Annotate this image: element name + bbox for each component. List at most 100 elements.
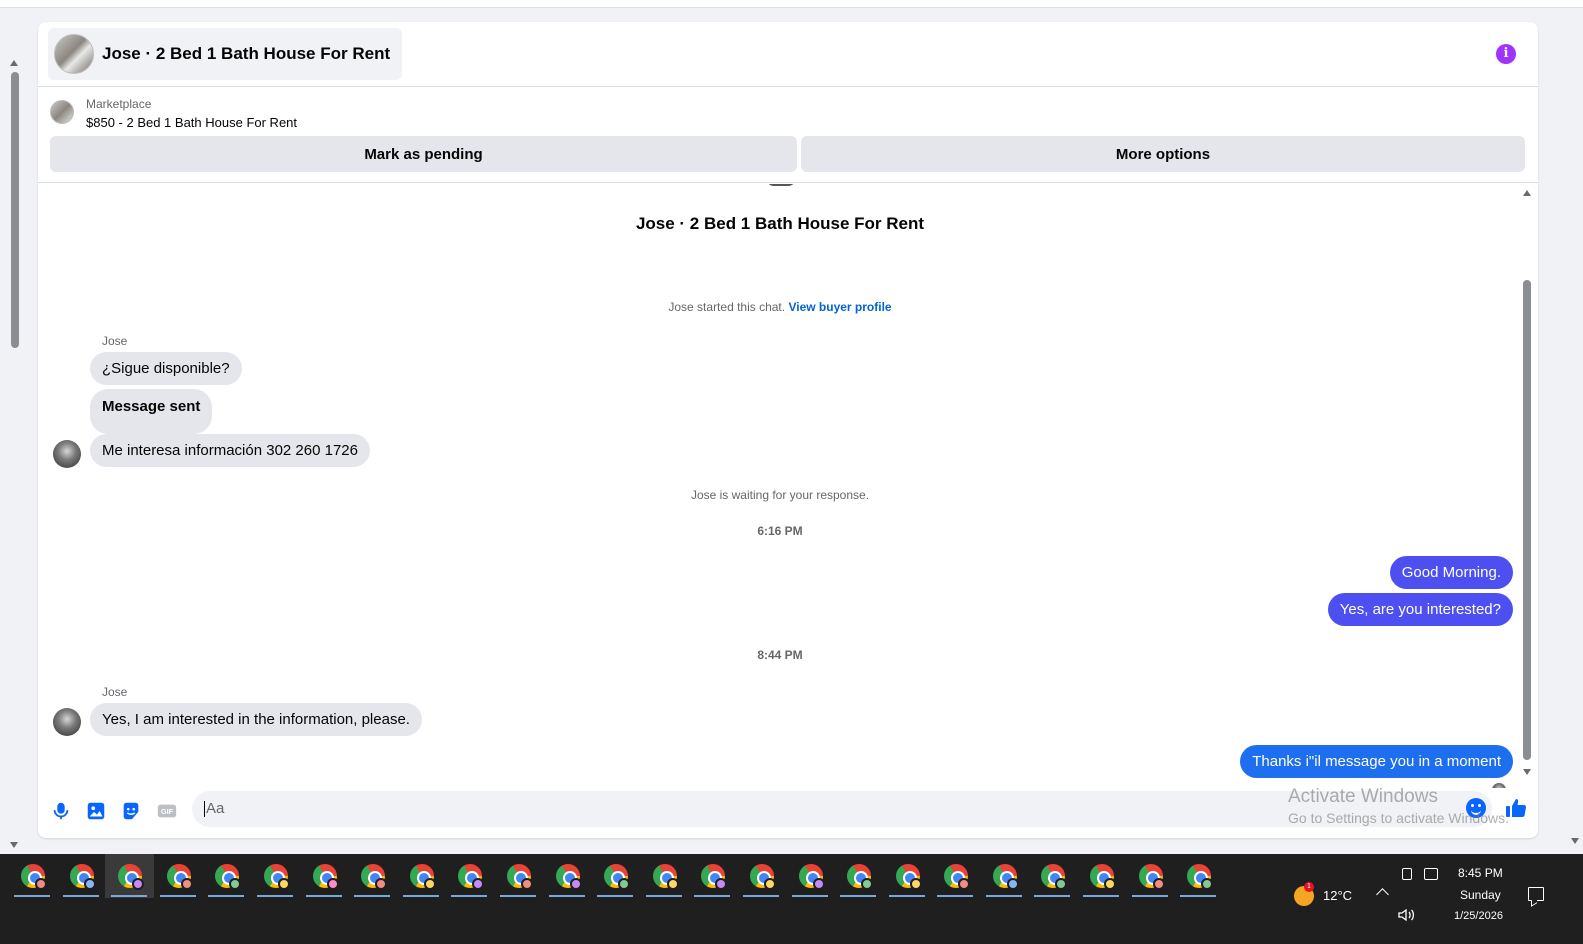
profile-badge-icon: [472, 878, 485, 890]
taskbar-chrome-app[interactable]: [202, 854, 251, 898]
profile-badge-icon: [1104, 878, 1117, 890]
taskbar-chrome-app[interactable]: [786, 854, 835, 898]
profile-badge-icon: [132, 878, 145, 890]
text-caret: [204, 801, 205, 818]
incoming-message[interactable]: Me interesa información 302 260 1726: [90, 434, 370, 467]
view-buyer-profile-link[interactable]: View buyer profile: [788, 300, 891, 314]
incoming-message[interactable]: Message sent: [90, 389, 213, 434]
clock-day[interactable]: Sunday: [1460, 888, 1501, 902]
running-indicator: [402, 895, 439, 897]
running-indicator: [985, 895, 1022, 897]
profile-badge-icon: [763, 878, 776, 890]
timestamp: 8:44 PM: [757, 648, 803, 662]
incoming-message[interactable]: Yes, I am interested in the information,…: [90, 703, 422, 736]
taskbar-chrome-app[interactable]: [251, 854, 300, 898]
outgoing-message[interactable]: Thanks i"il message you in a moment: [1240, 745, 1513, 778]
listing-bar: Marketplace $850 - 2 Bed 1 Bath House Fo…: [38, 88, 1538, 183]
microphone-icon[interactable]: [50, 800, 72, 822]
notifications-icon[interactable]: [1528, 887, 1544, 901]
scroll-up-arrow-icon[interactable]: [10, 60, 18, 66]
more-options-button[interactable]: More options: [801, 136, 1525, 172]
running-indicator: [742, 895, 779, 897]
profile-badge-icon: [1201, 878, 1214, 890]
taskbar-chrome-app[interactable]: [300, 854, 349, 898]
chevron-up-icon[interactable]: [1376, 888, 1389, 901]
taskbar-chrome-app[interactable]: [737, 854, 786, 898]
profile-badge-icon: [666, 878, 679, 890]
taskbar-chrome-app[interactable]: [105, 854, 154, 898]
taskbar-chrome-app[interactable]: [1126, 854, 1175, 898]
meet-icon[interactable]: [1402, 868, 1412, 880]
taskbar-chrome-app[interactable]: [57, 854, 106, 898]
scroll-thumb[interactable]: [1523, 280, 1531, 760]
taskbar-chrome-app[interactable]: [1174, 854, 1223, 898]
profile-badge-icon: [277, 878, 290, 890]
taskbar-chrome-app[interactable]: [834, 854, 883, 898]
gif-icon[interactable]: GIF: [156, 800, 178, 822]
outgoing-message[interactable]: Yes, are you interested?: [1327, 593, 1513, 626]
running-indicator: [694, 895, 731, 897]
jose-avatar[interactable]: [53, 708, 81, 736]
network-icon[interactable]: [1424, 868, 1438, 880]
chat-window: Jose · 2 Bed 1 Bath House For Rent i Mar…: [38, 22, 1538, 838]
taskbar-chrome-app[interactable]: [931, 854, 980, 898]
running-indicator: [1083, 895, 1120, 897]
profile-badge-icon: [861, 878, 874, 890]
taskbar-chrome-app[interactable]: [494, 854, 543, 898]
incoming-message[interactable]: ¿Sigue disponible?: [90, 352, 242, 385]
running-indicator: [1131, 895, 1168, 897]
taskbar-chrome-app[interactable]: [1077, 854, 1126, 898]
temperature[interactable]: 12°C: [1323, 888, 1352, 903]
listing-thumbnail[interactable]: [50, 100, 74, 124]
taskbar-chrome-app[interactable]: [154, 854, 203, 898]
taskbar-chrome-app[interactable]: [883, 854, 932, 898]
clock-date[interactable]: 1/25/2026: [1454, 910, 1503, 922]
clock-time[interactable]: 8:45 PM: [1458, 866, 1503, 880]
scroll-up-arrow-icon[interactable]: [1523, 190, 1531, 196]
profile-badge-icon: [1055, 878, 1068, 890]
running-indicator: [548, 895, 585, 897]
page-scroll-down-arrow-icon[interactable]: [1571, 838, 1579, 844]
taskbar-chrome-app[interactable]: [445, 854, 494, 898]
message-list[interactable]: Jose · 2 Bed 1 Bath House For Rent Jose …: [38, 184, 1538, 788]
chat-title-button[interactable]: Jose · 2 Bed 1 Bath House For Rent: [48, 28, 403, 80]
running-indicator: [111, 895, 148, 897]
taskbar-chrome-app[interactable]: [591, 854, 640, 898]
info-icon[interactable]: i: [1496, 44, 1516, 64]
taskbar-chrome-app[interactable]: [348, 854, 397, 898]
taskbar-chrome-app[interactable]: [8, 854, 57, 898]
outgoing-message[interactable]: Good Morning.: [1389, 556, 1513, 589]
watermark-title: Activate Windows: [1288, 786, 1438, 807]
chat-header: Jose · 2 Bed 1 Bath House For Rent i: [38, 22, 1538, 87]
sticker-icon[interactable]: [120, 800, 142, 822]
profile-badge-icon: [958, 878, 971, 890]
listing-category: Marketplace: [86, 97, 152, 111]
message-placeholder: Aa: [206, 800, 225, 817]
taskbar-chrome-app[interactable]: [397, 854, 446, 898]
page-scrollbar[interactable]: [0, 8, 30, 854]
scroll-down-arrow-icon[interactable]: [10, 842, 18, 848]
mark-as-pending-button[interactable]: Mark as pending: [50, 136, 797, 172]
taskbar-chrome-app[interactable]: [640, 854, 689, 898]
running-indicator: [14, 895, 50, 897]
scroll-thumb[interactable]: [11, 72, 19, 348]
profile-badge-icon: [375, 878, 388, 890]
taskbar-chrome-app[interactable]: [1028, 854, 1077, 898]
photo-icon[interactable]: [85, 800, 107, 822]
taskbar-chrome-app[interactable]: [980, 854, 1029, 898]
running-indicator: [888, 895, 925, 897]
jose-avatar[interactable]: [53, 440, 81, 468]
running-indicator: [645, 895, 682, 897]
message-scrollbar[interactable]: [1522, 184, 1532, 788]
sender-name: Jose: [102, 334, 128, 348]
profile-badge-icon: [83, 878, 96, 890]
profile-badge-icon: [520, 878, 533, 890]
running-indicator: [354, 895, 391, 897]
listing-title[interactable]: $850 - 2 Bed 1 Bath House For Rent: [86, 115, 297, 130]
taskbar-chrome-app[interactable]: [543, 854, 592, 898]
taskbar-chrome-app[interactable]: [688, 854, 737, 898]
svg-text:GIF: GIF: [161, 807, 174, 816]
taskbar-apps: [8, 854, 1223, 898]
scroll-down-arrow-icon[interactable]: [1523, 769, 1531, 775]
volume-icon[interactable]: [1398, 908, 1416, 922]
